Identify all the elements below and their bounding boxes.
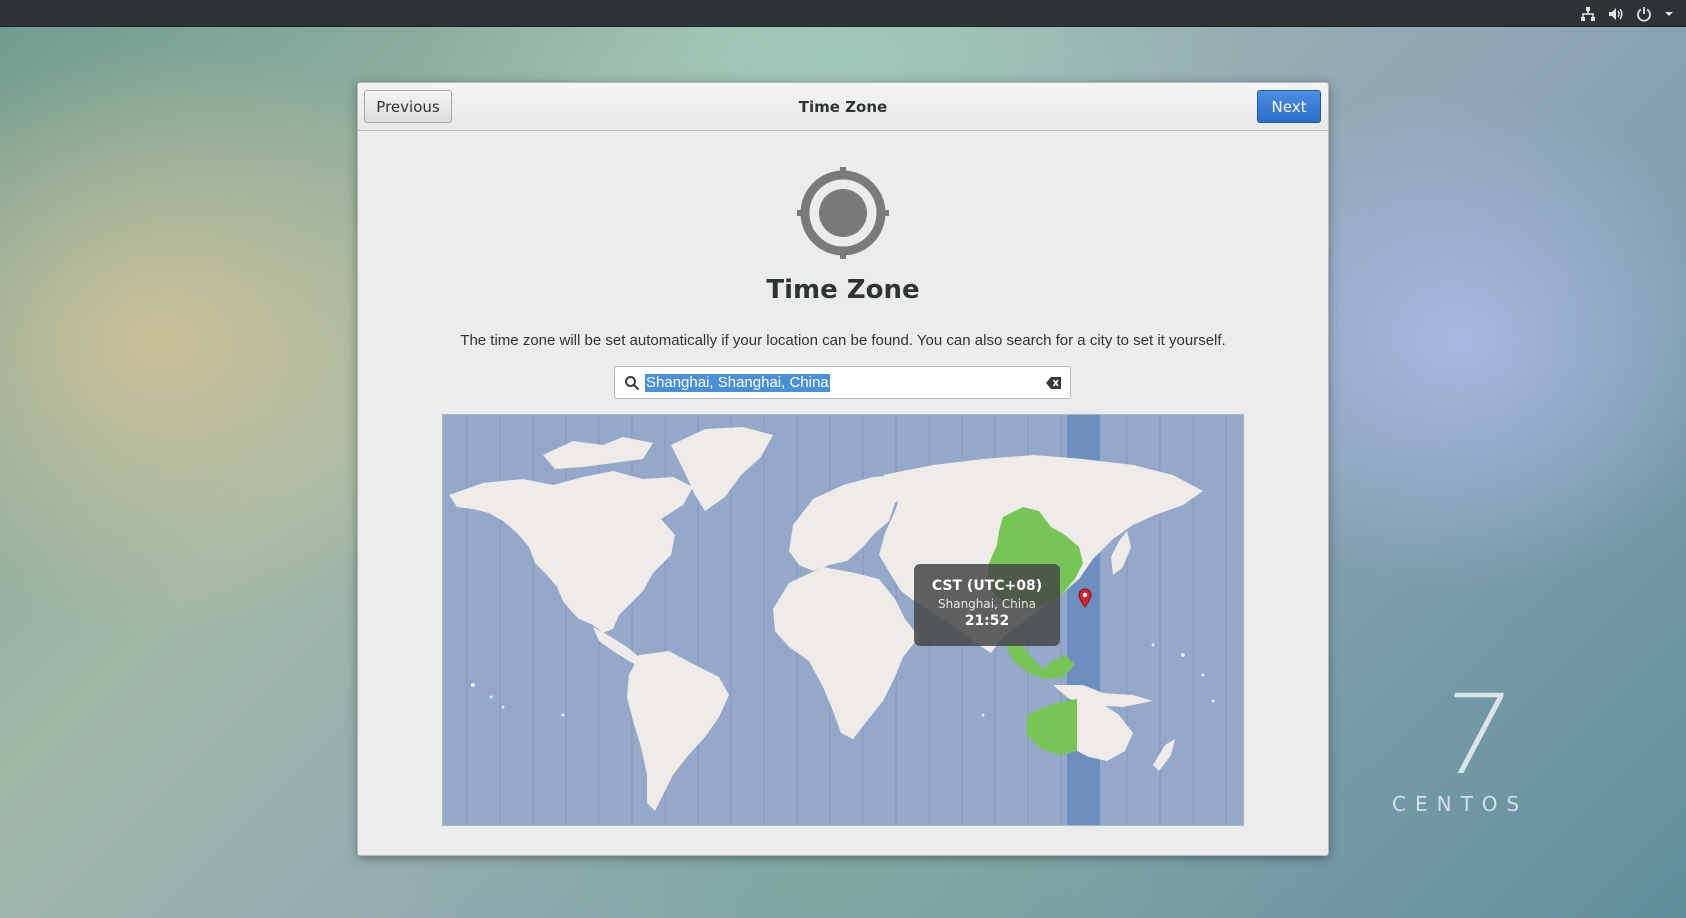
centos-wordmark: CENTOS xyxy=(1392,792,1529,816)
south-america xyxy=(627,651,729,811)
timezone-tooltip: CST (UTC+08) Shanghai, China 21:52 xyxy=(914,564,1060,646)
new-zealand xyxy=(1153,739,1175,771)
australia-east xyxy=(1077,699,1133,761)
network-icon[interactable] xyxy=(1580,6,1596,22)
volume-icon[interactable] xyxy=(1608,6,1624,22)
tooltip-time: 21:52 xyxy=(964,613,1010,629)
world-map-graphic xyxy=(449,415,1227,825)
search-input[interactable]: Shanghai, Shanghai, China xyxy=(614,366,1071,399)
africa xyxy=(773,567,919,739)
arctic-islands xyxy=(543,437,653,469)
centos-version-watermark: 7 xyxy=(1431,671,1519,799)
search-icon xyxy=(625,376,640,391)
location-pin-icon xyxy=(1078,588,1092,608)
search-input-value[interactable]: Shanghai, Shanghai, China xyxy=(645,374,830,392)
page-title: Time Zone xyxy=(766,275,920,305)
power-icon[interactable] xyxy=(1636,6,1652,22)
header-title: Time Zone xyxy=(798,97,888,116)
previous-button[interactable]: Previous xyxy=(364,90,452,123)
australia-west-highlight xyxy=(1027,699,1077,755)
timezone-dialog: Time Zone Previous Next Time Zone The ti… xyxy=(357,82,1329,856)
tooltip-zone: CST (UTC+08) xyxy=(931,578,1043,594)
top-panel xyxy=(0,0,1686,27)
clear-icon[interactable] xyxy=(1046,376,1062,390)
description-text: The time zone will be set automatically … xyxy=(460,332,1226,349)
tooltip-city: Shanghai, China xyxy=(938,597,1036,611)
north-america xyxy=(449,471,693,633)
location-target-icon xyxy=(797,167,889,259)
timezone-map[interactable] xyxy=(442,414,1244,826)
next-button[interactable]: Next xyxy=(1257,90,1321,123)
system-status-area[interactable] xyxy=(1580,0,1674,27)
dialog-header: Time Zone Previous Next xyxy=(358,83,1328,131)
chevron-down-icon[interactable] xyxy=(1664,6,1674,22)
